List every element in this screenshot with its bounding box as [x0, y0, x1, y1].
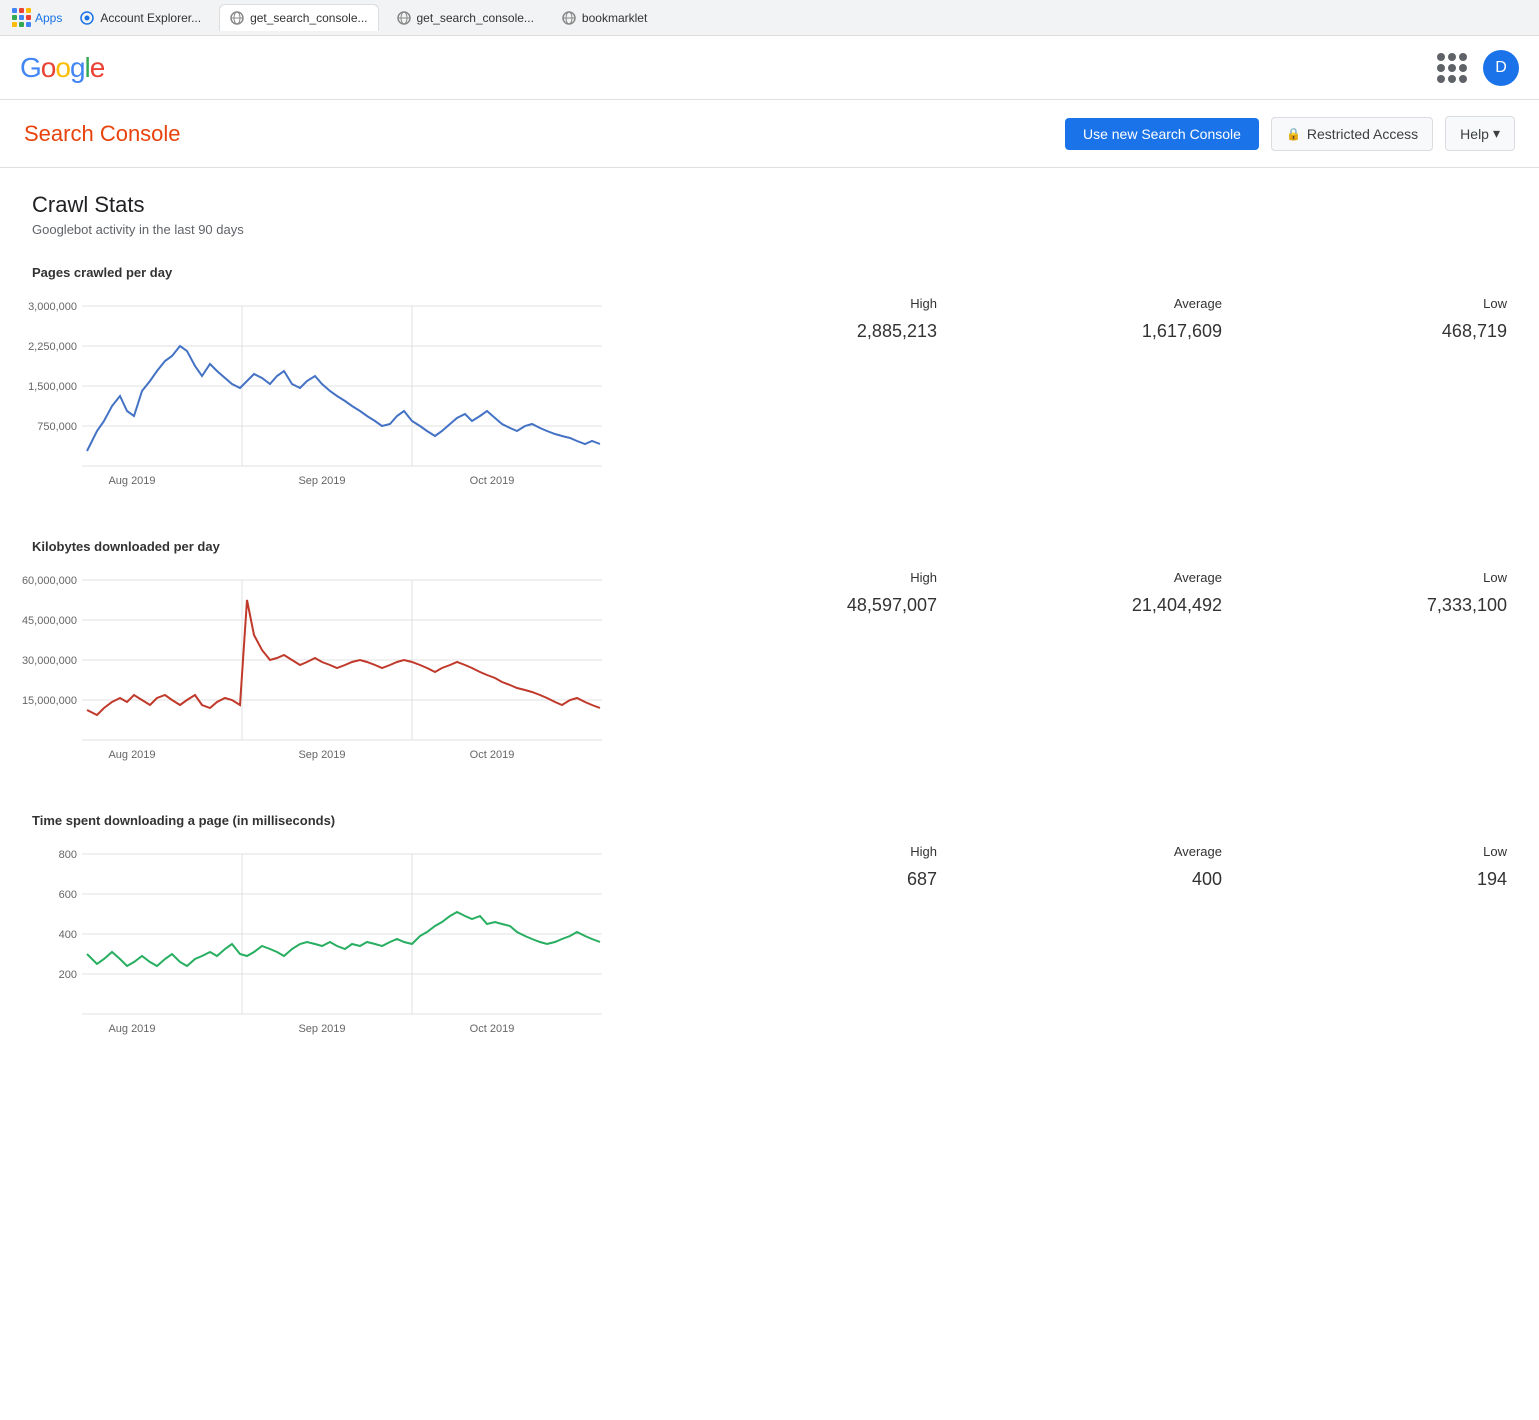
svg-text:400: 400	[59, 929, 77, 941]
chart-container-time: 800 600 400 200 Aug 2019 Sep 2019 Oct 20…	[32, 844, 612, 1047]
main-content: Crawl Stats Googlebot activity in the la…	[0, 168, 1539, 1111]
tab-account-explorer[interactable]: Account Explorer...	[70, 5, 211, 31]
tab-label: Account Explorer...	[100, 11, 201, 25]
google-header: Google D	[0, 36, 1539, 100]
svg-text:30,000,000: 30,000,000	[22, 655, 77, 667]
svg-text:3,000,000: 3,000,000	[28, 301, 77, 313]
page-subtitle: Googlebot activity in the last 90 days	[32, 222, 1507, 237]
browser-bar: Apps Account Explorer... get_search_cons…	[0, 0, 1539, 36]
svg-text:2,250,000: 2,250,000	[28, 341, 77, 353]
chart-label-pages: Pages crawled per day	[32, 265, 1507, 280]
stat-col-low-pages: Low 468,719	[1222, 296, 1507, 342]
svg-text:Sep 2019: Sep 2019	[298, 475, 345, 487]
svg-text:Oct 2019: Oct 2019	[470, 475, 515, 487]
svg-text:Sep 2019: Sep 2019	[298, 1023, 345, 1035]
stat-col-low-kilobytes: Low 7,333,100	[1222, 570, 1507, 616]
tab-label: bookmarklet	[582, 11, 647, 25]
svg-text:800: 800	[59, 849, 77, 861]
svg-text:Aug 2019: Aug 2019	[108, 749, 155, 761]
stat-col-avg-pages: Average 1,617,609	[937, 296, 1222, 342]
svg-text:Aug 2019: Aug 2019	[108, 475, 155, 487]
help-button[interactable]: Help ▾	[1445, 116, 1515, 151]
globe-tab-icon-2	[397, 11, 411, 25]
apps-label: Apps	[35, 11, 62, 25]
stat-col-high-time: High 687	[652, 844, 937, 890]
svg-text:Aug 2019: Aug 2019	[108, 1023, 155, 1035]
chevron-down-icon: ▾	[1493, 125, 1500, 142]
chart-section-kilobytes: Kilobytes downloaded per day 60,000,000 …	[32, 539, 1507, 773]
globe-tab-icon-3	[562, 11, 576, 25]
apps-grid-icon	[12, 8, 31, 27]
sc-title: Search Console	[24, 121, 181, 147]
chart-label-time: Time spent downloading a page (in millis…	[32, 813, 1507, 828]
chart-svg-kilobytes: 60,000,000 45,000,000 30,000,000 15,000,…	[32, 570, 612, 770]
chart-container-kilobytes: 60,000,000 45,000,000 30,000,000 15,000,…	[32, 570, 612, 773]
tab-label: get_search_console...	[250, 11, 367, 25]
use-new-search-console-button[interactable]: Use new Search Console	[1065, 118, 1259, 150]
tab-search-console-2[interactable]: get_search_console...	[387, 5, 544, 31]
stat-col-avg-kilobytes: Average 21,404,492	[937, 570, 1222, 616]
sc-actions: Use new Search Console 🔒 Restricted Acce…	[1065, 116, 1515, 151]
globe-tab-icon-1	[230, 11, 244, 25]
tab-bookmarklet[interactable]: bookmarklet	[552, 5, 657, 31]
stat-col-high-kilobytes: High 48,597,007	[652, 570, 937, 616]
svg-text:1,500,000: 1,500,000	[28, 381, 77, 393]
stat-col-low-time: Low 194	[1222, 844, 1507, 890]
header-right: D	[1437, 50, 1519, 86]
user-avatar[interactable]: D	[1483, 50, 1519, 86]
google-logo[interactable]: Google	[20, 52, 104, 84]
tab-label: get_search_console...	[417, 11, 534, 25]
svg-text:Oct 2019: Oct 2019	[470, 1023, 515, 1035]
chart-stats-pages: High 2,885,213 Average 1,617,609 Low 468…	[652, 296, 1507, 342]
chart-svg-pages: 3,000,000 2,250,000 1,500,000 750,000 Au…	[32, 296, 612, 496]
chart-container-pages: 3,000,000 2,250,000 1,500,000 750,000 Au…	[32, 296, 612, 499]
svg-text:600: 600	[59, 889, 77, 901]
apps-tab[interactable]: Apps	[12, 8, 62, 27]
svg-text:60,000,000: 60,000,000	[22, 575, 77, 587]
stat-col-avg-time: Average 400	[937, 844, 1222, 890]
lock-icon: 🔒	[1286, 127, 1301, 141]
chart-stats-time: High 687 Average 400 Low 194	[652, 844, 1507, 890]
restricted-access-button[interactable]: 🔒 Restricted Access	[1271, 117, 1433, 151]
svg-text:200: 200	[59, 969, 77, 981]
svg-text:Oct 2019: Oct 2019	[470, 749, 515, 761]
chrome-tab-icon	[80, 11, 94, 25]
tab-search-console-1[interactable]: get_search_console...	[219, 4, 378, 31]
apps-grid-icon[interactable]	[1437, 53, 1467, 83]
chart-section-pages: Pages crawled per day 3,000,000 2,250,00…	[32, 265, 1507, 499]
chart-row-kilobytes: 60,000,000 45,000,000 30,000,000 15,000,…	[32, 570, 1507, 773]
chart-stats-kilobytes: High 48,597,007 Average 21,404,492 Low 7…	[652, 570, 1507, 616]
chart-section-time: Time spent downloading a page (in millis…	[32, 813, 1507, 1047]
svg-text:750,000: 750,000	[37, 421, 77, 433]
svg-text:45,000,000: 45,000,000	[22, 615, 77, 627]
chart-label-kilobytes: Kilobytes downloaded per day	[32, 539, 1507, 554]
sc-header: Search Console Use new Search Console 🔒 …	[0, 100, 1539, 168]
stat-col-high-pages: High 2,885,213	[652, 296, 937, 342]
chart-row-pages: 3,000,000 2,250,000 1,500,000 750,000 Au…	[32, 296, 1507, 499]
chart-svg-time: 800 600 400 200 Aug 2019 Sep 2019 Oct 20…	[32, 844, 612, 1044]
svg-text:15,000,000: 15,000,000	[22, 695, 77, 707]
page-title: Crawl Stats	[32, 192, 1507, 218]
svg-text:Sep 2019: Sep 2019	[298, 749, 345, 761]
chart-row-time: 800 600 400 200 Aug 2019 Sep 2019 Oct 20…	[32, 844, 1507, 1047]
